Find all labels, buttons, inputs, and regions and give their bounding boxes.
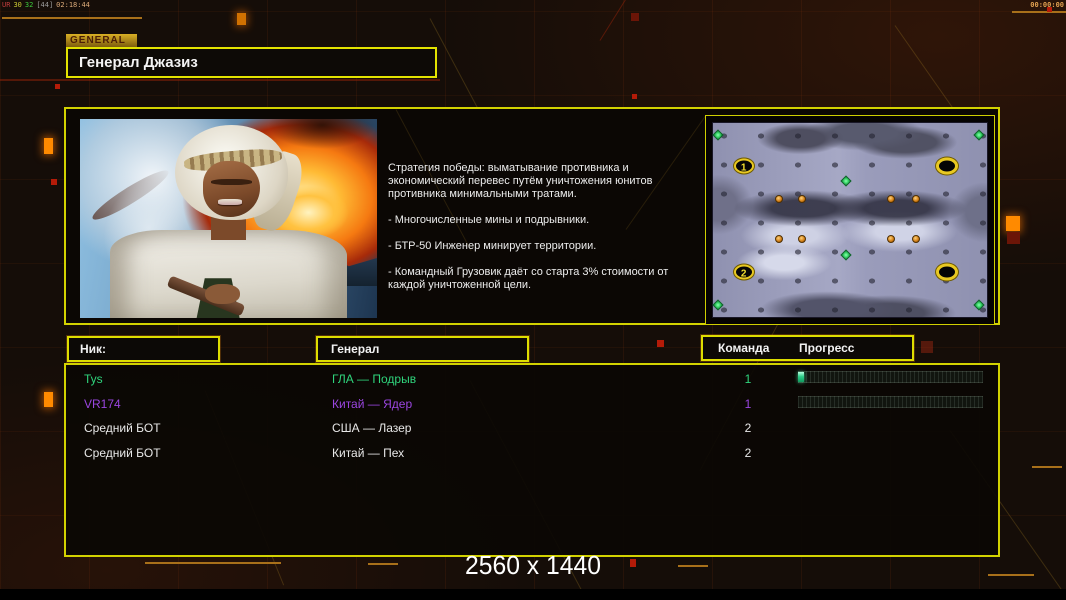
circuit-node [657, 340, 664, 347]
circuit-node [55, 84, 60, 89]
strategy-paragraph: Стратегия победы: выматывание противника… [388, 162, 653, 200]
circuit-dash [1032, 466, 1062, 468]
player-general: ГЛА — Подрыв [332, 372, 417, 386]
portrait-brow [210, 178, 253, 185]
map-tech-building-icon [774, 235, 783, 244]
circuit-dash [1012, 11, 1066, 13]
portrait-hand [204, 284, 241, 305]
stats-segment: 30 [13, 1, 22, 9]
player-row: Средний БОТ США — Лазер 2 [66, 416, 998, 441]
map-supply-gem-icon [712, 299, 725, 312]
team-header-label: Команда [718, 341, 770, 355]
player-team: 2 [744, 445, 752, 460]
map-supply-gem-icon [973, 128, 985, 141]
map-tech-building-icon [887, 235, 896, 244]
map-open-slot [936, 157, 959, 175]
map-supply-gem-icon [973, 299, 985, 312]
map-supply-gem-icon [712, 128, 725, 141]
player-nick: Tys [84, 372, 103, 386]
strategy-paragraph: - БТР-50 Инженер минирует территории. [388, 240, 597, 252]
player-team: 1 [744, 396, 752, 411]
portrait-mouth [218, 198, 242, 205]
column-header-team-progress: Команда Прогресс [701, 335, 914, 361]
stats-segment: [44] [36, 1, 54, 9]
circuit-node [237, 13, 246, 25]
player-row: VR174 Китай — Ядер 1 [66, 392, 998, 417]
circuit-node [51, 179, 57, 185]
progress-header-label: Прогресс [799, 341, 855, 355]
circuit-node [44, 138, 53, 154]
player-general: Китай — Ядер [332, 396, 413, 411]
player-team: 2 [744, 421, 752, 435]
strategy-paragraph: - Многочисленные мины и подрывники. [388, 214, 590, 226]
player-row: Tys ГЛА — Подрыв 1 [66, 367, 998, 392]
players-rows: Tys ГЛА — Подрыв 1 VR174 Китай — Ядер 1 … [66, 365, 998, 465]
player-team: 1 [744, 372, 752, 386]
map-preview-frame: 12 [705, 115, 995, 325]
circuit-dash [2, 17, 142, 19]
progress-fill [798, 372, 804, 382]
stats-segment: 02:18:44 [56, 1, 90, 9]
map-tech-building-icon [887, 194, 896, 203]
map-open-slot [936, 263, 959, 281]
player-progress-bar [798, 395, 983, 408]
circuit-node [44, 392, 53, 407]
general-header-label: Генерал [331, 342, 380, 356]
player-nick: Средний БОТ [84, 445, 161, 460]
map-tech-building-icon [774, 194, 783, 203]
circuit-node [1007, 232, 1020, 244]
map-tech-building-icon [911, 194, 920, 203]
player-progress-bar [798, 371, 983, 383]
circuit-node [631, 13, 639, 21]
map-tech-building-icon [798, 235, 807, 244]
stats-segment: UR [2, 1, 11, 9]
general-title-box: Генерал Джазиз [66, 47, 437, 78]
player-row: Средний БОТ Китай — Пех 2 [66, 441, 998, 466]
map-start-marker: 2 [733, 264, 754, 280]
map-tech-building-icon [911, 235, 920, 244]
clock-overlay: 00:00:00 [1030, 1, 1064, 9]
stats-overlay: UR 30 32 [44] 02:18:44 [2, 1, 93, 9]
general-title: Генерал Джазиз [79, 54, 198, 71]
map-start-marker: 1 [733, 158, 754, 174]
general-info-panel: Стратегия победы: выматывание противника… [64, 107, 1000, 325]
player-nick: VR174 [84, 396, 121, 411]
letterbox-bar [0, 589, 1066, 600]
column-header-general: Генерал [316, 336, 529, 362]
general-portrait [80, 119, 377, 318]
map-tech-building-icon [798, 194, 807, 203]
strategy-text: Стратегия победы: выматывание противника… [388, 162, 704, 305]
resolution-label: 2560 x 1440 [465, 550, 601, 580]
players-table: Tys ГЛА — Подрыв 1 VR174 Китай — Ядер 1 … [64, 363, 1000, 557]
strategy-paragraph: - Командный Грузовик даёт со старта 3% с… [388, 266, 669, 291]
column-header-nick: Ник: [67, 336, 220, 362]
circuit-node [1006, 216, 1020, 231]
circuit-node [921, 341, 933, 353]
nick-header-label: Ник: [80, 342, 107, 356]
player-general: США — Лазер [332, 421, 412, 435]
circuit-node [632, 94, 637, 99]
player-nick: Средний БОТ [84, 421, 161, 435]
player-general: Китай — Пех [332, 445, 405, 460]
portrait-neck [210, 216, 247, 241]
map-supply-gem-icon [840, 175, 852, 187]
circuit-trace [0, 79, 440, 81]
map-supply-gem-icon [840, 249, 852, 261]
loading-screen: UR 30 32 [44] 02:18:44 00:00:00 GENERAL Гене… [0, 0, 1066, 600]
portrait-face [203, 160, 260, 217]
map-terrain: 12 [712, 122, 988, 318]
stats-segment: 32 [24, 1, 34, 9]
general-tab: GENERAL [66, 34, 137, 47]
